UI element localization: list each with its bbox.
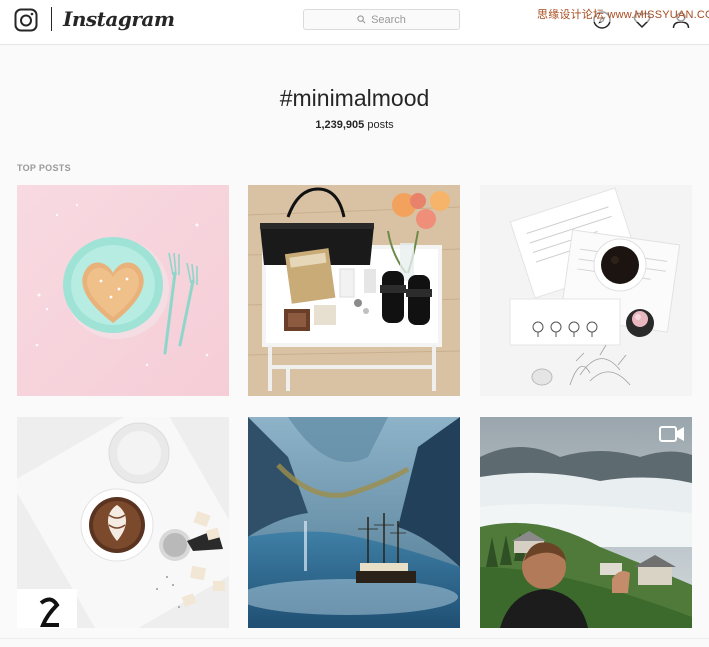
pancake-photo <box>17 185 229 396</box>
latte-photo <box>17 417 229 628</box>
post-count-number: 1,239,905 <box>315 119 365 131</box>
search-placeholder: Search <box>371 13 406 26</box>
cart-flatlay-photo <box>248 185 460 396</box>
top-posts-heading: TOP POSTS <box>17 163 71 173</box>
coffee-papers-photo <box>480 185 692 396</box>
site-watermark: 思缘设计论坛 www.MISSYUAN.COM <box>535 6 709 22</box>
page-bottom-divider <box>0 638 709 639</box>
hashtag-title: #minimalmood <box>279 85 430 111</box>
instagram-camera-icon[interactable] <box>14 8 38 32</box>
post-count: 1,239,905 posts <box>0 117 709 133</box>
top-navigation-bar: Instagram Search 思缘设计论坛 www.MISSYUAN.COM <box>0 0 709 45</box>
post-count-label: posts <box>364 119 394 131</box>
post-thumbnail-5[interactable] <box>248 417 460 628</box>
post-thumbnail-1[interactable] <box>17 185 229 396</box>
post-thumbnail-4[interactable] <box>17 417 229 628</box>
post-thumbnail-6[interactable] <box>480 417 692 628</box>
logo-divider <box>51 7 52 31</box>
instagram-wordmark[interactable]: Instagram <box>63 5 175 33</box>
search-icon <box>357 15 366 24</box>
post-thumbnail-2[interactable] <box>248 185 460 396</box>
mountain-clouds-photo <box>480 417 692 628</box>
post-thumbnail-3[interactable] <box>480 185 692 396</box>
fjord-ship-photo <box>248 417 460 628</box>
search-input[interactable]: Search <box>303 9 460 30</box>
